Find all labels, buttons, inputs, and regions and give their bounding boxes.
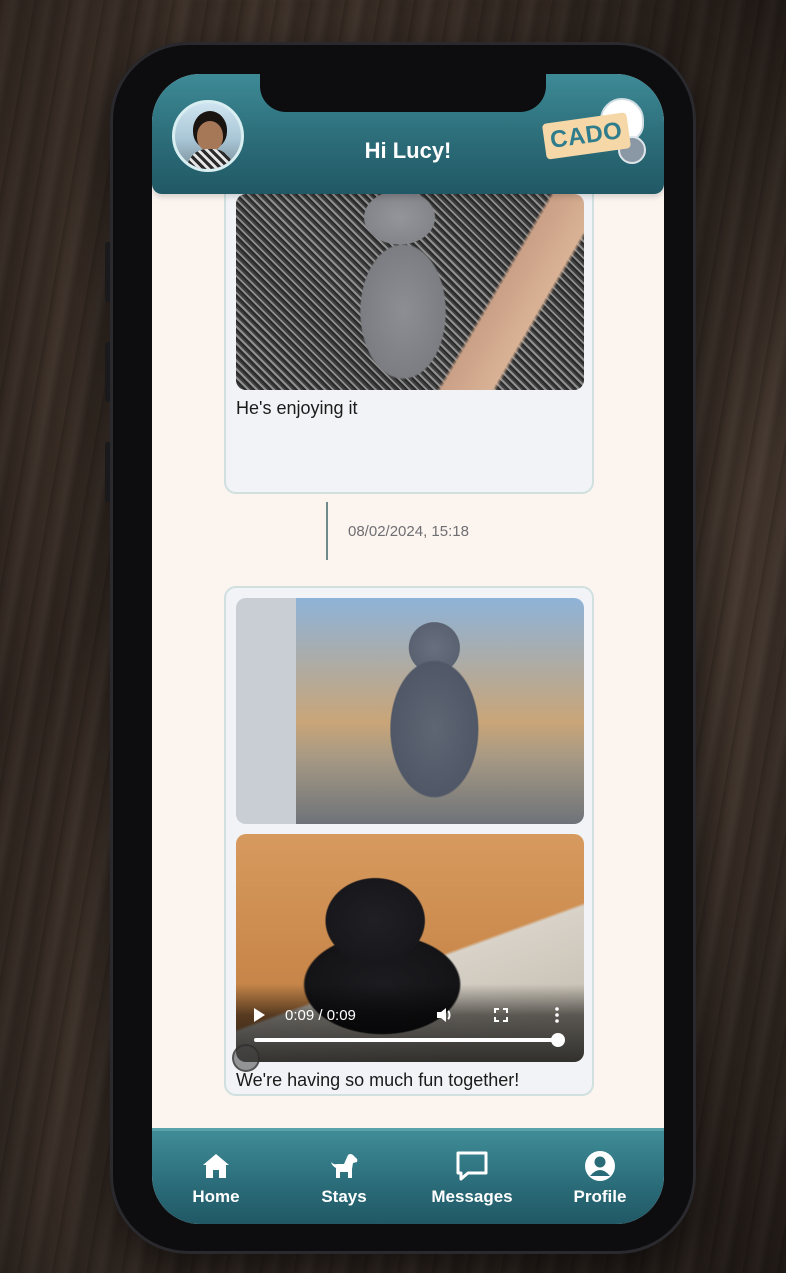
bottom-nav: Home Stays Messages Profile — [152, 1128, 664, 1224]
video-time: 0:09 / 0:09 — [285, 1006, 356, 1024]
fullscreen-icon[interactable] — [492, 1006, 510, 1024]
message-caption: He's enjoying it — [236, 398, 358, 418]
app-screen: He's enjoying it 08/02/2024, 15:18 0:09 … — [152, 74, 664, 1224]
nav-item-stays[interactable]: Stays — [289, 1149, 399, 1207]
video-progress-bar[interactable] — [254, 1033, 565, 1047]
cat-belly-photo[interactable] — [236, 194, 584, 390]
message-bubble: He's enjoying it — [224, 174, 594, 494]
nav-label: Stays — [321, 1187, 367, 1206]
touch-cursor-indicator — [232, 1044, 260, 1072]
chat-thread[interactable]: He's enjoying it 08/02/2024, 15:18 0:09 … — [152, 74, 664, 1224]
message-timestamp: 08/02/2024, 15:18 — [326, 502, 469, 560]
volume-icon[interactable] — [436, 1006, 454, 1024]
nav-item-messages[interactable]: Messages — [417, 1149, 527, 1207]
video-controls: 0:09 / 0:09 — [236, 984, 584, 1062]
message-icon — [455, 1149, 489, 1183]
message-caption: We're having so much fun together! — [236, 1070, 520, 1090]
nav-label: Messages — [431, 1187, 513, 1206]
nav-item-profile[interactable]: Profile — [545, 1149, 655, 1207]
home-icon — [201, 1149, 231, 1183]
phone-notch — [260, 74, 546, 112]
nav-label: Profile — [573, 1187, 627, 1206]
timestamp-divider — [326, 502, 328, 560]
dog-icon — [328, 1149, 360, 1183]
phone-frame: He's enjoying it 08/02/2024, 15:18 0:09 … — [105, 42, 696, 1254]
play-icon[interactable] — [254, 1008, 265, 1022]
video-progress-knob[interactable] — [551, 1033, 565, 1047]
timestamp-text: 08/02/2024, 15:18 — [348, 522, 469, 540]
profile-icon — [584, 1149, 616, 1183]
more-options-icon[interactable] — [548, 1006, 566, 1024]
cat-video[interactable]: 0:09 / 0:09 — [236, 834, 584, 1062]
nav-label: Home — [192, 1187, 240, 1206]
cat-standing-photo[interactable] — [236, 598, 584, 824]
nav-item-home[interactable]: Home — [161, 1149, 271, 1207]
message-bubble: 0:09 / 0:09 We're having so much fun tog… — [224, 586, 594, 1096]
cado-logo: CADO — [541, 98, 648, 172]
